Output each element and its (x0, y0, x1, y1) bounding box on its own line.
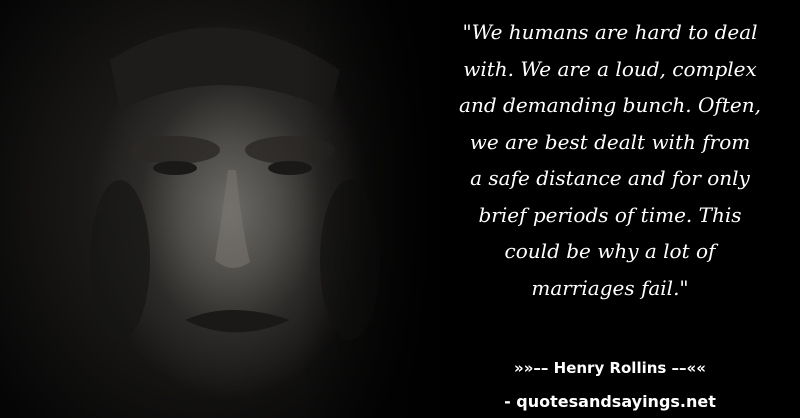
quote-line: brief periods of time. This (478, 202, 742, 227)
quote-line: could be why a lot of (504, 239, 716, 263)
site-credit: - quotesandsayings.net (504, 392, 716, 411)
quote-text: "We humans are hard to deal with. We are… (430, 14, 790, 306)
quote-line: "We humans are hard to deal (462, 20, 758, 44)
quote-line: with. We are a loud, complex (463, 56, 757, 81)
quote-line: a safe distance and for only (470, 166, 750, 190)
quote-author: »»–– Henry Rollins ––«« (514, 359, 706, 377)
quote-line: and demanding bunch. Often, (459, 93, 761, 117)
quote-line: marriages fail." (531, 275, 689, 300)
quote-card: "We humans are hard to deal with. We are… (0, 0, 800, 418)
quote-line: we are best dealt with from (469, 129, 751, 154)
